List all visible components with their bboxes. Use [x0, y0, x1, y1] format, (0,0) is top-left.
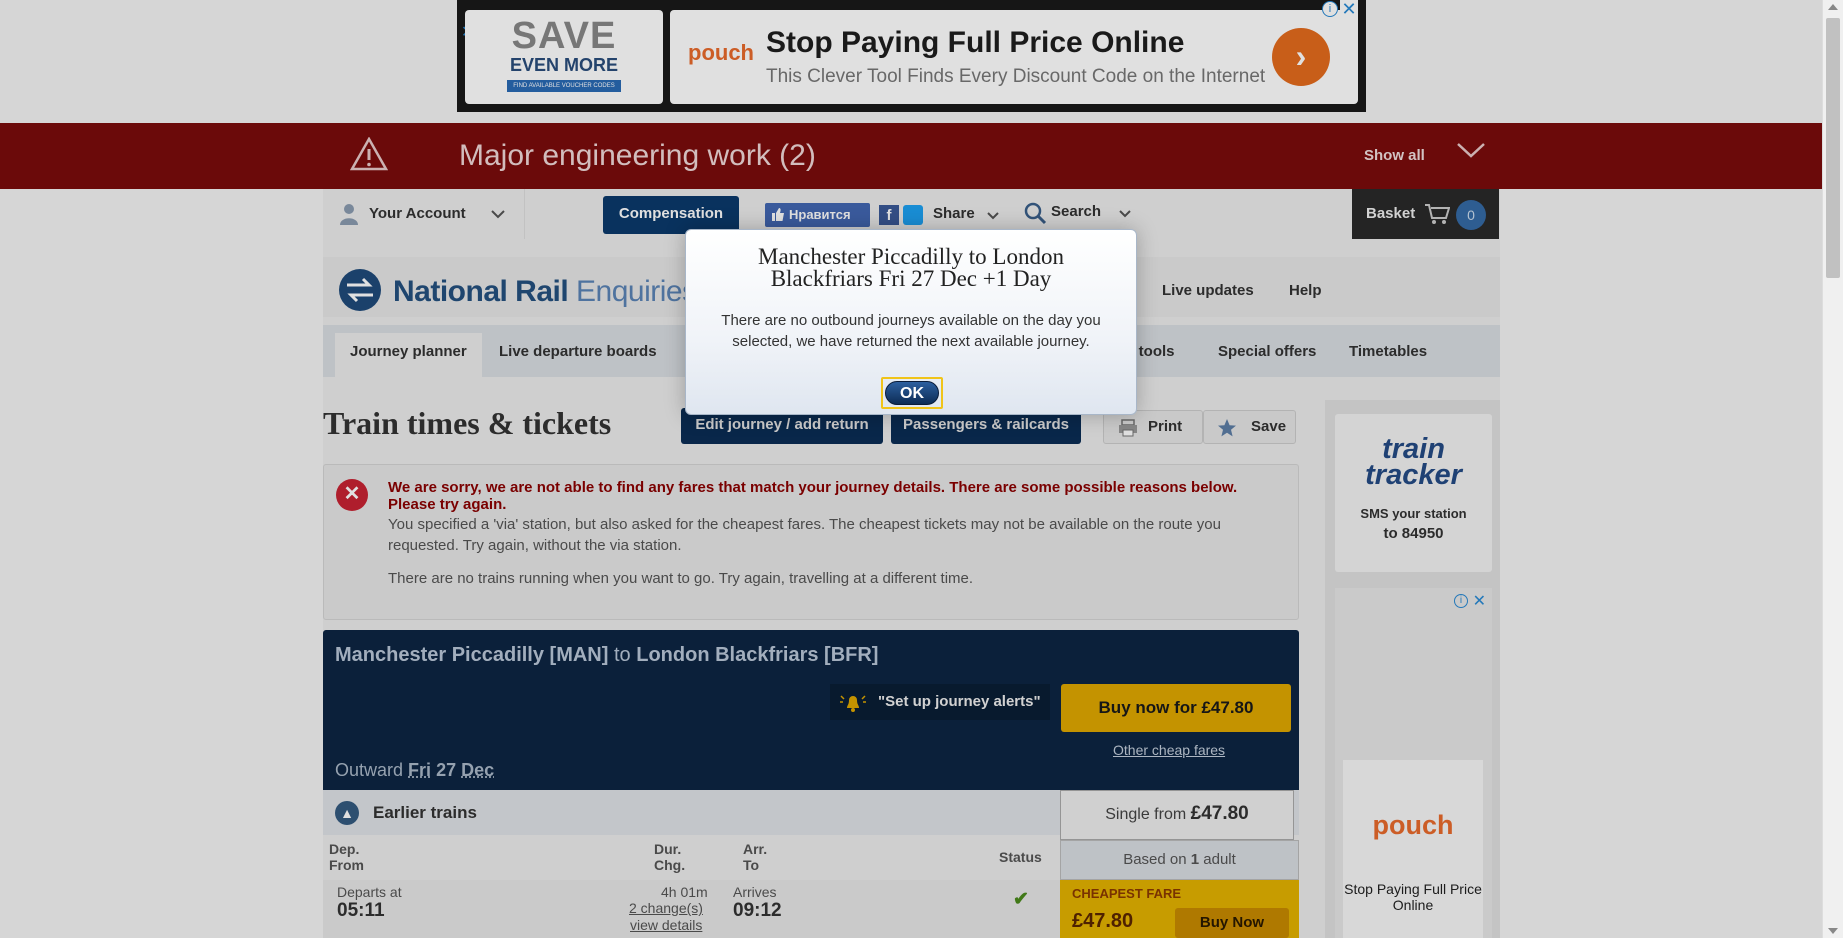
dialog-title: Manchester Piccadilly to London Blackfri…: [758, 244, 1064, 291]
dialog-message: There are no outbound journeys available…: [721, 312, 1101, 350]
scrollbar[interactable]: [1822, 0, 1843, 938]
modal-overlay: [0, 0, 1822, 938]
scroll-down-icon[interactable]: [1828, 928, 1838, 934]
scroll-up-icon[interactable]: [1828, 4, 1838, 10]
journey-dialog: Manchester Piccadilly to London Blackfri…: [685, 229, 1137, 415]
ok-button-focus: OK: [881, 377, 943, 409]
scroll-thumb[interactable]: [1826, 18, 1840, 278]
ok-button[interactable]: OK: [885, 381, 939, 405]
